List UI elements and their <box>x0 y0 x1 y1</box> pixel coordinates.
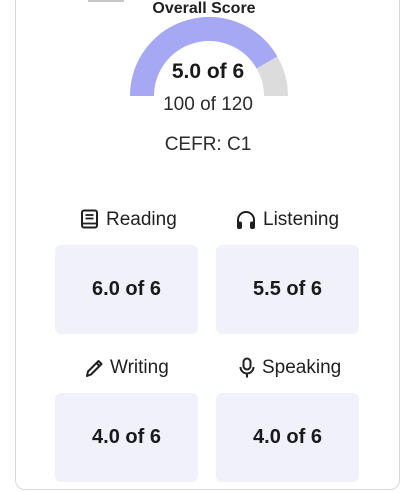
pencil-icon <box>86 360 103 377</box>
skill-header-writing: Writing <box>84 355 169 381</box>
skill-score-reading: 6.0 of 6 <box>55 245 198 334</box>
skill-header-listening: Listening <box>235 207 339 233</box>
skill-score-writing: 4.0 of 6 <box>55 393 198 482</box>
skill-score-listening: 5.5 of 6 <box>216 245 359 334</box>
skill-header-speaking: Speaking <box>238 355 341 381</box>
skill-header-reading: Reading <box>80 207 177 233</box>
book-icon <box>81 209 98 229</box>
headphones-icon <box>237 211 255 229</box>
skill-label-speaking: Speaking <box>262 357 342 378</box>
microphone-icon <box>239 357 255 378</box>
skill-label-reading: Reading <box>106 209 177 230</box>
skill-label-writing: Writing <box>110 357 169 378</box>
overall-score-value: 5.0 of 6 <box>171 60 245 83</box>
skill-label-listening: Listening <box>263 209 340 230</box>
cefr-level: CEFR: C1 <box>164 134 252 155</box>
overall-raw-score: 100 of 120 <box>163 94 253 115</box>
skill-score-speaking: 4.0 of 6 <box>216 393 359 482</box>
